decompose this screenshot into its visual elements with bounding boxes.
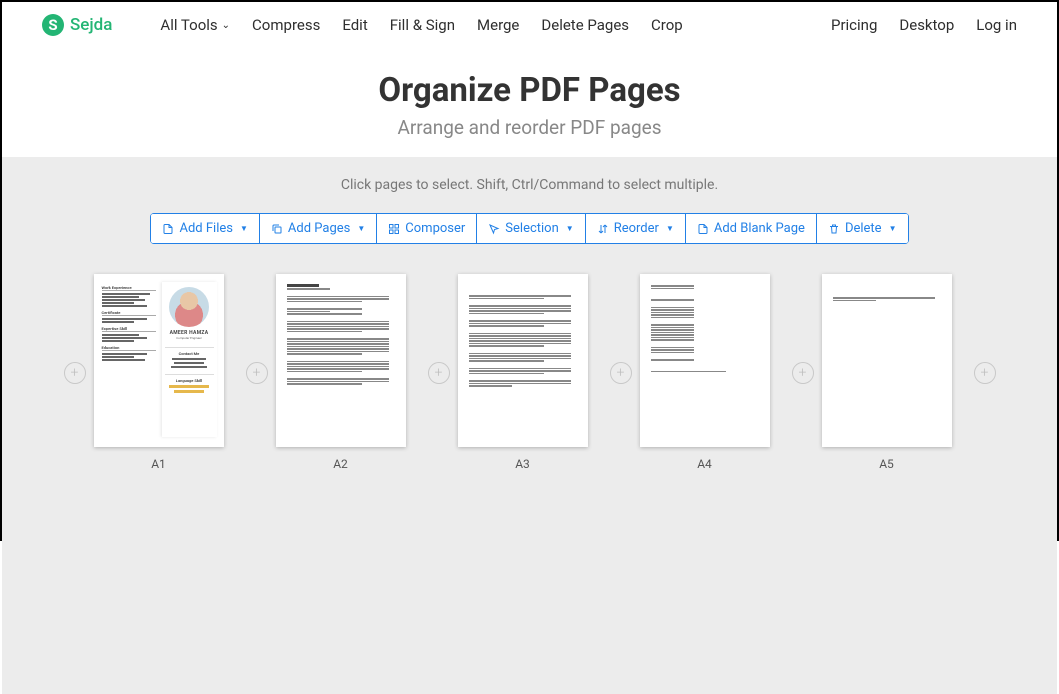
nav-crop[interactable]: Crop xyxy=(651,16,683,34)
nav-delete-pages[interactable]: Delete Pages xyxy=(541,16,629,34)
grid-icon xyxy=(388,223,400,235)
add-files-button[interactable]: Add Files▼ xyxy=(150,213,259,244)
nav-desktop[interactable]: Desktop xyxy=(899,16,954,34)
hero: Organize PDF Pages Arrange and reorder P… xyxy=(2,46,1057,157)
profile-photo xyxy=(169,287,209,327)
reorder-button[interactable]: Reorder▼ xyxy=(586,213,686,244)
work-zone: Click pages to select. Shift, Ctrl/Comma… xyxy=(2,157,1057,694)
nav-fill-sign[interactable]: Fill & Sign xyxy=(390,16,455,34)
page-subtitle: Arrange and reorder PDF pages xyxy=(2,116,1057,139)
logo-badge: S xyxy=(42,14,64,36)
nav-merge[interactable]: Merge xyxy=(477,16,519,34)
insert-slot[interactable]: + xyxy=(64,362,86,384)
page-label-1: A1 xyxy=(151,457,166,471)
page-toolbar: Add Files▼ Add Pages▼ Composer Selection… xyxy=(150,213,908,244)
chevron-down-icon: ▼ xyxy=(240,224,248,233)
page-label-5: A5 xyxy=(879,457,894,471)
chevron-down-icon: ▼ xyxy=(566,224,574,233)
insert-slot[interactable]: + xyxy=(610,362,632,384)
pdf-icon xyxy=(162,223,174,235)
sort-icon xyxy=(597,223,609,235)
insert-slot[interactable]: + xyxy=(792,362,814,384)
insert-slot[interactable]: + xyxy=(428,362,450,384)
page-label-4: A4 xyxy=(697,457,712,471)
nav-left: All Tools Compress Edit Fill & Sign Merg… xyxy=(160,16,682,34)
page-thumbnails: + Work Experience Certificate Expertise … xyxy=(2,274,1057,471)
insert-slot[interactable]: + xyxy=(246,362,268,384)
nav-compress[interactable]: Compress xyxy=(252,16,320,34)
nav-log-in[interactable]: Log in xyxy=(976,16,1017,34)
brand-logo[interactable]: S Sejda xyxy=(42,14,112,36)
page-label-2: A2 xyxy=(333,457,348,471)
page-thumb-1[interactable]: Work Experience Certificate Expertise Sk… xyxy=(94,274,224,447)
blank-page-icon xyxy=(697,223,709,235)
chevron-down-icon: ▼ xyxy=(357,224,365,233)
page-thumb-3[interactable] xyxy=(458,274,588,447)
brand-name: Sejda xyxy=(70,15,112,35)
add-blank-page-button[interactable]: Add Blank Page xyxy=(686,213,817,244)
trash-icon xyxy=(828,223,840,235)
delete-button[interactable]: Delete▼ xyxy=(817,213,909,244)
page-title: Organize PDF Pages xyxy=(2,71,1057,110)
chevron-down-icon: ▼ xyxy=(889,224,897,233)
nav-edit[interactable]: Edit xyxy=(342,16,367,34)
hint-text: Click pages to select. Shift, Ctrl/Comma… xyxy=(2,177,1057,193)
composer-button[interactable]: Composer xyxy=(377,213,477,244)
page-thumb-5[interactable] xyxy=(822,274,952,447)
page-thumb-2[interactable] xyxy=(276,274,406,447)
top-nav: S Sejda All Tools Compress Edit Fill & S… xyxy=(2,2,1057,46)
cursor-icon xyxy=(488,223,500,235)
nav-right: Pricing Desktop Log in xyxy=(831,16,1017,34)
page-thumb-4[interactable] xyxy=(640,274,770,447)
page-label-3: A3 xyxy=(515,457,530,471)
add-pages-button[interactable]: Add Pages▼ xyxy=(260,213,377,244)
copy-icon xyxy=(271,223,283,235)
selection-button[interactable]: Selection▼ xyxy=(477,213,585,244)
insert-slot[interactable]: + xyxy=(974,362,996,384)
nav-pricing[interactable]: Pricing xyxy=(831,16,877,34)
nav-all-tools[interactable]: All Tools xyxy=(160,16,230,34)
chevron-down-icon: ▼ xyxy=(666,224,674,233)
